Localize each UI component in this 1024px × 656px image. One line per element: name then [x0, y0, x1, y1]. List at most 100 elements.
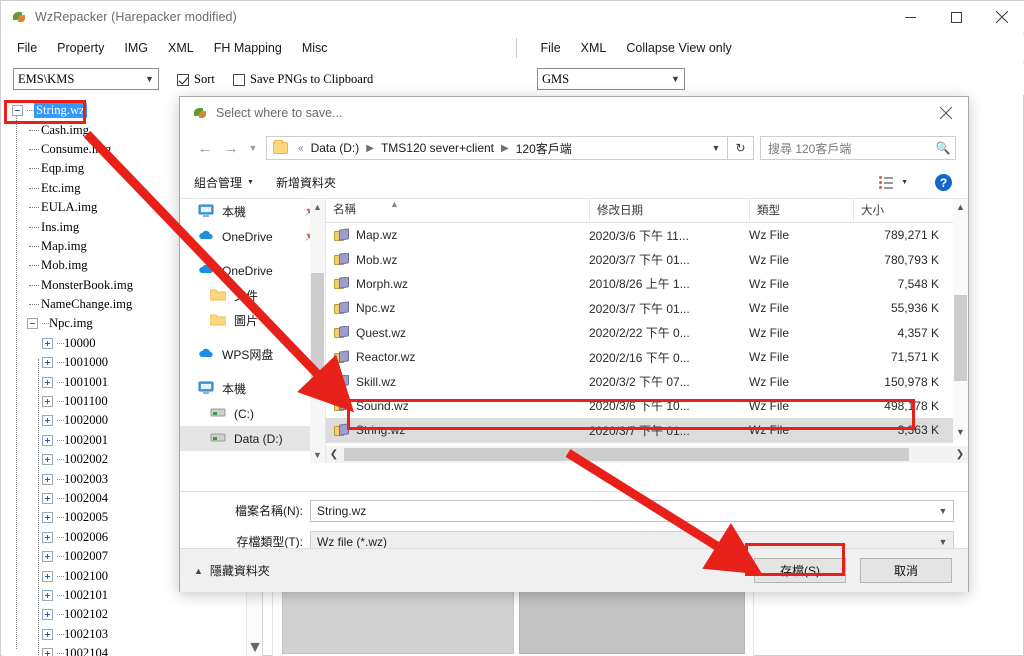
- menu-item-file[interactable]: File: [7, 37, 47, 59]
- region-select-left[interactable]: EMS\KMS ▼: [13, 68, 159, 90]
- breadcrumb-item-2[interactable]: 120客戶端: [514, 140, 574, 157]
- expand-icon[interactable]: [42, 396, 53, 408]
- save-pngs-checkbox[interactable]: Save PNGs to Clipboard: [233, 72, 373, 87]
- expand-icon[interactable]: [42, 551, 53, 563]
- expand-icon[interactable]: [42, 648, 53, 656]
- expand-icon[interactable]: [42, 454, 53, 466]
- column-header-name[interactable]: 名稱: [326, 199, 589, 222]
- navigation-pane[interactable]: 本機📌OneDrive📌 OneDrive文件圖片 WPS网盘本機(C:)Data …: [180, 199, 326, 463]
- collapse-icon[interactable]: [12, 105, 23, 117]
- chevron-down-icon[interactable]: ▼: [705, 143, 727, 153]
- chevron-right-icon[interactable]: ❯: [952, 449, 968, 460]
- file-list-hscrollbar[interactable]: ❮ ❯: [326, 446, 968, 463]
- navpane-child-2-1[interactable]: Data (D:): [180, 426, 325, 451]
- tree-item[interactable]: 1002103: [2, 625, 248, 644]
- menu-item-xml-right[interactable]: XML: [571, 37, 617, 59]
- expand-icon[interactable]: [42, 415, 53, 427]
- search-box[interactable]: 搜尋 120客戶端 🔍: [760, 136, 956, 160]
- arrow-right-icon[interactable]: →: [218, 135, 244, 161]
- tree-item[interactable]: 1002102: [2, 605, 248, 624]
- expand-icon[interactable]: [42, 570, 53, 582]
- chevron-down-icon[interactable]: ▼: [933, 506, 953, 516]
- expand-icon[interactable]: [42, 473, 53, 485]
- navpane-group-0[interactable]: OneDrive: [180, 258, 325, 283]
- file-list-rows[interactable]: Map.wz 2020/3/6 下午 11... Wz File 789,271 KM…: [326, 223, 953, 463]
- expand-icon[interactable]: [42, 376, 53, 388]
- maximize-icon[interactable]: [933, 1, 979, 33]
- navigation-pane-scrollbar[interactable]: ▲ ▼: [310, 199, 325, 463]
- chevron-down-icon[interactable]: ▼: [953, 424, 968, 440]
- column-header-type[interactable]: 類型: [749, 199, 853, 222]
- expand-icon[interactable]: [42, 609, 53, 621]
- hscrollbar-track[interactable]: [342, 447, 952, 462]
- navpane-quick-item-0[interactable]: 本機📌: [180, 199, 325, 224]
- navpane-scrollbar-thumb[interactable]: [311, 273, 324, 393]
- search-input[interactable]: 搜尋 120客戶端: [761, 140, 931, 157]
- menu-item-fh-mapping[interactable]: FH Mapping: [204, 37, 292, 59]
- hscrollbar-thumb[interactable]: [344, 448, 909, 461]
- chevron-down-icon[interactable]: ▼: [933, 537, 953, 547]
- chevron-down-icon[interactable]: ▼: [244, 135, 262, 161]
- menu-item-misc[interactable]: Misc: [292, 37, 338, 59]
- new-folder-button[interactable]: 新增資料夾: [276, 174, 336, 191]
- file-list-pane[interactable]: 名稱 修改日期 類型 大小 ▲ Map.wz 2020/3/6 下午 11... W…: [326, 199, 968, 463]
- save-button[interactable]: 存檔(S): [754, 558, 846, 583]
- file-row-7[interactable]: Sound.wz 2020/3/6 下午 10... Wz File 498,178 …: [326, 394, 953, 418]
- close-icon[interactable]: [924, 97, 968, 129]
- menu-item-file-right[interactable]: File: [531, 37, 571, 59]
- cancel-button[interactable]: 取消: [860, 558, 952, 583]
- collapse-icon[interactable]: [27, 318, 38, 330]
- breadcrumb-item-0[interactable]: Data (D:): [309, 141, 362, 155]
- file-row-2[interactable]: Morph.wz 2010/8/26 上午 1... Wz File 7,548 K: [326, 272, 953, 296]
- file-list-vscrollbar-thumb[interactable]: [954, 295, 967, 381]
- minimize-icon[interactable]: [887, 1, 933, 33]
- navpane-child-2-0[interactable]: (C:): [180, 401, 325, 426]
- menu-item-xml[interactable]: XML: [158, 37, 204, 59]
- expand-icon[interactable]: [42, 589, 53, 601]
- navpane-quick-item-1[interactable]: OneDrive📌: [180, 224, 325, 249]
- navpane-group-1[interactable]: WPS网盘: [180, 342, 325, 367]
- expand-icon[interactable]: [42, 357, 53, 369]
- file-row-4[interactable]: Quest.wz 2020/2/22 下午 0... Wz File 4,357 K: [326, 321, 953, 345]
- file-row-0[interactable]: Map.wz 2020/3/6 下午 11... Wz File 789,271 K: [326, 223, 953, 247]
- menu-item-img[interactable]: IMG: [114, 37, 158, 59]
- expand-icon[interactable]: [42, 434, 53, 446]
- organize-button[interactable]: 組合管理 ▼: [194, 174, 254, 191]
- hide-folders-toggle[interactable]: ▲ 隱藏資料夾: [194, 562, 270, 579]
- expand-icon[interactable]: [42, 512, 53, 524]
- expand-icon[interactable]: [42, 531, 53, 543]
- region-select-right[interactable]: GMS ▼: [537, 68, 685, 90]
- tree-item[interactable]: 1002104: [2, 644, 248, 656]
- navpane-child-0-0[interactable]: 文件: [180, 283, 325, 308]
- chevron-down-icon[interactable]: ▼: [247, 639, 262, 656]
- file-row-6[interactable]: Skill.wz 2020/3/2 下午 07... Wz File 150,978 …: [326, 369, 953, 393]
- navpane-child-0-1[interactable]: 圖片: [180, 308, 325, 333]
- menu-item-property[interactable]: Property: [47, 37, 114, 59]
- column-header-size[interactable]: 大小: [853, 199, 945, 222]
- expand-icon[interactable]: [42, 628, 53, 640]
- file-row-1[interactable]: Mob.wz 2020/3/7 下午 01... Wz File 780,793 K: [326, 247, 953, 271]
- chevron-up-icon[interactable]: ▲: [310, 199, 325, 215]
- column-header-date[interactable]: 修改日期: [589, 199, 749, 222]
- help-icon[interactable]: ?: [935, 174, 952, 191]
- chevron-up-icon[interactable]: ▲: [953, 199, 968, 215]
- sort-checkbox[interactable]: Sort: [177, 72, 215, 87]
- breadcrumb-item-1[interactable]: TMS120 sever+client: [379, 141, 496, 155]
- filename-input[interactable]: String.wz ▼: [310, 499, 954, 522]
- expand-icon[interactable]: [42, 493, 53, 504]
- chevron-left-icon[interactable]: ❮: [326, 449, 342, 460]
- address-bar[interactable]: « Data (D:) ▶ TMS120 sever+client ▶ 120客…: [266, 136, 728, 160]
- file-row-3[interactable]: Npc.wz 2020/3/7 下午 01... Wz File 55,936 K: [326, 296, 953, 320]
- view-options-button[interactable]: ▼: [879, 176, 908, 189]
- navpane-group-2[interactable]: 本機: [180, 376, 325, 401]
- chevron-down-icon[interactable]: ▼: [310, 447, 325, 463]
- refresh-icon[interactable]: ↻: [728, 136, 754, 160]
- close-icon[interactable]: [979, 1, 1024, 33]
- file-row-5[interactable]: Reactor.wz 2020/2/16 下午 0... Wz File 71,571…: [326, 345, 953, 369]
- save-dialog[interactable]: Select where to save... ← → ▼ « Data (D:…: [179, 96, 969, 592]
- file-row-8[interactable]: String.wz 2020/3/7 下午 01... Wz File 3,363 K: [326, 418, 953, 443]
- arrow-left-icon[interactable]: ←: [192, 135, 218, 161]
- expand-icon[interactable]: [42, 337, 53, 349]
- menu-item-collapse-view[interactable]: Collapse View only: [616, 37, 741, 59]
- file-list-vscrollbar[interactable]: ▲ ▼: [953, 199, 968, 440]
